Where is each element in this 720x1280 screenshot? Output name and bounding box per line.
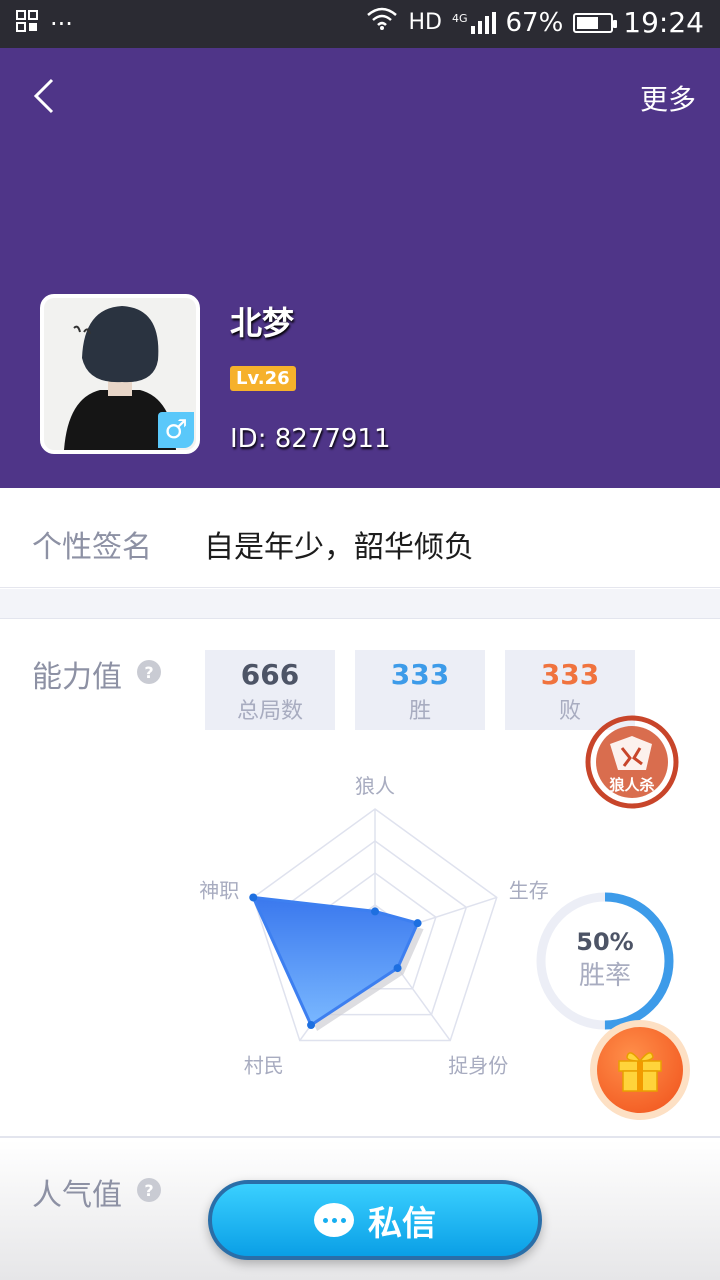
stamp-text: 狼人杀 (609, 776, 654, 794)
radar-point (393, 964, 402, 973)
battery-fill (577, 16, 599, 29)
stat-wins: 333 胜 (355, 650, 485, 730)
radar-point (413, 919, 422, 928)
signature-value: 自是年少，韶华倾负 (204, 530, 474, 565)
stat-total: 666 总局数 (205, 650, 335, 730)
user-id: ID: 8277911 (230, 424, 391, 454)
win-rate-ring: 50% 胜率 (534, 890, 676, 1032)
status-bar: ··· HD 4G 67% 19:24 (0, 0, 720, 48)
signal-icon: 4G (451, 11, 496, 34)
stat-wins-value: 333 (390, 658, 450, 691)
radar-point (249, 893, 258, 902)
win-rate-label: 胜率 (579, 961, 631, 991)
chevron-left-icon (33, 78, 54, 114)
signature-row: 个性签名 自是年少，韶华倾负 (0, 488, 720, 588)
radar-axis-label: 狼人 (355, 774, 395, 798)
stat-wins-label: 胜 (408, 699, 431, 724)
gift-icon (618, 1052, 662, 1092)
section-divider (0, 589, 720, 619)
stat-total-label: 总局数 (236, 699, 303, 724)
stat-total-value: 666 (240, 658, 300, 691)
avatar[interactable]: ♂ (40, 294, 200, 454)
radar-area (250, 895, 420, 1028)
radar-axis-label: 神职 (199, 878, 239, 902)
app-grid-icon (16, 10, 38, 38)
clock: 19:24 (623, 6, 704, 39)
male-gender-icon: ♂ (158, 412, 194, 448)
help-icon[interactable]: ? (137, 1178, 161, 1202)
signature-label: 个性签名 (32, 530, 152, 565)
private-message-button[interactable]: 私信 (208, 1180, 542, 1260)
werewolf-stamp-logo: 狼人杀 (585, 715, 679, 809)
gift-button[interactable] (590, 1020, 690, 1120)
stat-losses-value: 333 (540, 658, 600, 691)
nickname: 北梦 (230, 304, 295, 342)
network-type: HD (408, 10, 442, 35)
ability-radar-chart: 狼人生存捉身份村民神职 (199, 774, 548, 1078)
radar-axis-label: 捉身份 (448, 1054, 508, 1078)
battery-percent: 67% (505, 7, 564, 38)
level-badge: Lv.26 (230, 366, 296, 391)
back-button[interactable] (26, 76, 66, 116)
wifi-icon (366, 7, 398, 38)
radar-point (371, 907, 379, 916)
radar-point (307, 1021, 316, 1030)
radar-axis-label: 村民 (244, 1054, 284, 1078)
signal-type: 4G (451, 11, 468, 25)
chat-bubble-icon (314, 1203, 354, 1237)
help-icon[interactable]: ? (137, 660, 161, 684)
ability-label: 能力值 (32, 660, 122, 695)
battery-icon (573, 12, 618, 33)
more-button[interactable]: 更多 (640, 78, 696, 118)
more-notifications-icon: ··· (50, 10, 73, 38)
popularity-label: 人气值 (32, 1178, 122, 1213)
profile-header: 更多 ♂ 北梦 Lv.26 ID: 8277911 (0, 48, 720, 488)
win-rate-value: 50% (576, 928, 633, 956)
private-message-label: 私信 (368, 1203, 436, 1244)
